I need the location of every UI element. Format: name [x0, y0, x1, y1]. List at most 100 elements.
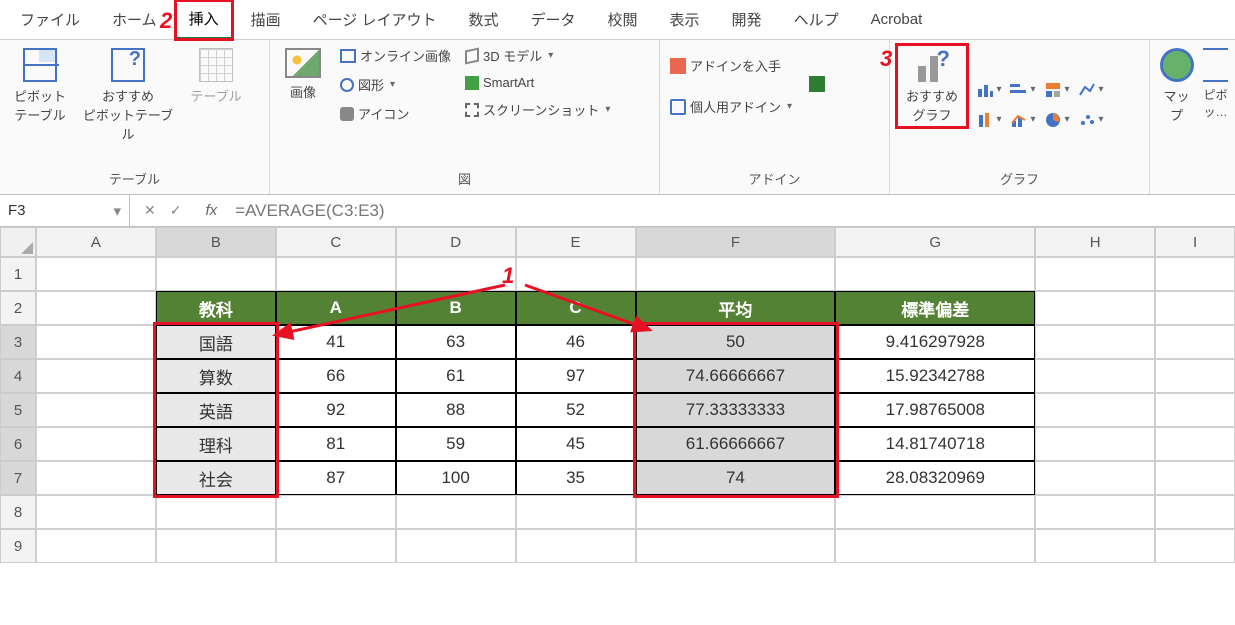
tab-data[interactable]: データ	[517, 1, 590, 38]
table-header-a[interactable]: A	[276, 291, 396, 325]
cell[interactable]	[835, 495, 1035, 529]
column-chart-button[interactable]: ▾	[974, 77, 1004, 103]
col-header-E[interactable]: E	[516, 227, 636, 257]
cell-std[interactable]: 17.98765008	[835, 393, 1035, 427]
pivot-table-button[interactable]: ピボット テーブル	[6, 44, 74, 128]
row-header-5[interactable]: 5	[0, 393, 36, 427]
cell-avg[interactable]: 50	[636, 325, 836, 359]
screenshot-button[interactable]: スクリーンショット▾	[461, 98, 614, 121]
tab-file[interactable]: ファイル	[6, 1, 94, 38]
cell[interactable]	[1155, 359, 1235, 393]
online-image-button[interactable]: オンライン画像	[336, 44, 455, 67]
cell-subject[interactable]: 国語	[156, 325, 276, 359]
col-header-D[interactable]: D	[396, 227, 516, 257]
tab-insert[interactable]: 挿入	[175, 0, 233, 40]
cell[interactable]	[1035, 529, 1155, 563]
cell[interactable]	[1035, 393, 1155, 427]
cell-avg[interactable]: 74.66666667	[636, 359, 836, 393]
pivot-chart-button[interactable]: ピボッ…	[1203, 44, 1228, 124]
cell[interactable]	[1035, 461, 1155, 495]
col-header-G[interactable]: G	[835, 227, 1035, 257]
cell[interactable]	[1155, 325, 1235, 359]
cell[interactable]	[156, 257, 276, 291]
cell[interactable]: 59	[396, 427, 516, 461]
get-addins-button[interactable]: アドインを入手	[666, 54, 796, 77]
hierarchy-chart-button[interactable]: ▾	[1042, 77, 1072, 103]
cell[interactable]	[36, 427, 156, 461]
cell[interactable]	[1155, 427, 1235, 461]
row-header-9[interactable]: 9	[0, 529, 36, 563]
col-header-I[interactable]: I	[1155, 227, 1235, 257]
cell[interactable]	[36, 325, 156, 359]
col-header-A[interactable]: A	[36, 227, 156, 257]
row-header-4[interactable]: 4	[0, 359, 36, 393]
cell[interactable]: 61	[396, 359, 516, 393]
cell[interactable]: 66	[276, 359, 396, 393]
col-header-H[interactable]: H	[1035, 227, 1155, 257]
cell[interactable]	[1155, 257, 1235, 291]
cell[interactable]	[396, 529, 516, 563]
cell-subject[interactable]: 算数	[156, 359, 276, 393]
cell[interactable]	[36, 393, 156, 427]
tab-draw[interactable]: 描画	[237, 1, 295, 38]
cell[interactable]: 52	[516, 393, 636, 427]
cell[interactable]	[276, 495, 396, 529]
tab-developer[interactable]: 開発	[718, 1, 776, 38]
tab-view[interactable]: 表示	[656, 1, 714, 38]
accept-formula-button[interactable]: ✓	[170, 202, 182, 219]
cell[interactable]	[835, 529, 1035, 563]
cell-std[interactable]: 14.81740718	[835, 427, 1035, 461]
row-header-6[interactable]: 6	[0, 427, 36, 461]
tab-review[interactable]: 校閲	[594, 1, 652, 38]
recommended-chart-button[interactable]: おすすめ グラフ	[896, 44, 968, 128]
cell[interactable]: 87	[276, 461, 396, 495]
scatter-chart-button[interactable]: ▾	[1076, 107, 1106, 133]
formula-input[interactable]: =AVERAGE(C3:E3)	[227, 201, 1235, 221]
cell-std[interactable]: 15.92342788	[835, 359, 1035, 393]
cell[interactable]	[636, 495, 836, 529]
cell[interactable]	[156, 529, 276, 563]
cell[interactable]	[36, 461, 156, 495]
pie-chart-button[interactable]: ▾	[1042, 107, 1072, 133]
cell[interactable]	[1035, 359, 1155, 393]
cell[interactable]	[36, 291, 156, 325]
cell[interactable]	[1035, 495, 1155, 529]
cell-avg[interactable]: 74	[636, 461, 836, 495]
cell-std[interactable]: 28.08320969	[835, 461, 1035, 495]
cell-subject[interactable]: 英語	[156, 393, 276, 427]
cell[interactable]: 45	[516, 427, 636, 461]
cell[interactable]	[276, 257, 396, 291]
3d-model-button[interactable]: 3D モデル▾	[461, 44, 614, 67]
table-button[interactable]: テーブル	[182, 44, 250, 109]
cell[interactable]	[36, 495, 156, 529]
bar-chart-button[interactable]: ▾	[1008, 77, 1038, 103]
cell[interactable]	[156, 495, 276, 529]
cell[interactable]: 63	[396, 325, 516, 359]
tab-layout[interactable]: ページ レイアウト	[299, 1, 451, 38]
cell[interactable]	[1035, 427, 1155, 461]
cell[interactable]: 35	[516, 461, 636, 495]
table-header-avg[interactable]: 平均	[636, 291, 836, 325]
tab-help[interactable]: ヘルプ	[780, 1, 853, 38]
cell[interactable]	[396, 495, 516, 529]
cell[interactable]	[396, 257, 516, 291]
cell[interactable]	[636, 257, 836, 291]
cell[interactable]: 81	[276, 427, 396, 461]
name-box[interactable]: F3 ▾	[0, 195, 130, 226]
cancel-formula-button[interactable]: ✕	[144, 202, 156, 219]
cell-subject[interactable]: 社会	[156, 461, 276, 495]
cell[interactable]: 100	[396, 461, 516, 495]
cell[interactable]	[1155, 291, 1235, 325]
chevron-down-icon[interactable]: ▾	[113, 202, 121, 220]
tab-formulas[interactable]: 数式	[454, 1, 512, 38]
fx-icon[interactable]: fx	[195, 202, 227, 219]
map-button[interactable]: マップ	[1156, 44, 1197, 128]
table-header-b[interactable]: B	[396, 291, 516, 325]
cell[interactable]	[516, 529, 636, 563]
row-header-8[interactable]: 8	[0, 495, 36, 529]
cell[interactable]: 46	[516, 325, 636, 359]
row-header-7[interactable]: 7	[0, 461, 36, 495]
recommended-pivot-button[interactable]: おすすめ ピボットテーブル	[80, 44, 176, 147]
table-header-c[interactable]: C	[516, 291, 636, 325]
cell[interactable]	[36, 257, 156, 291]
